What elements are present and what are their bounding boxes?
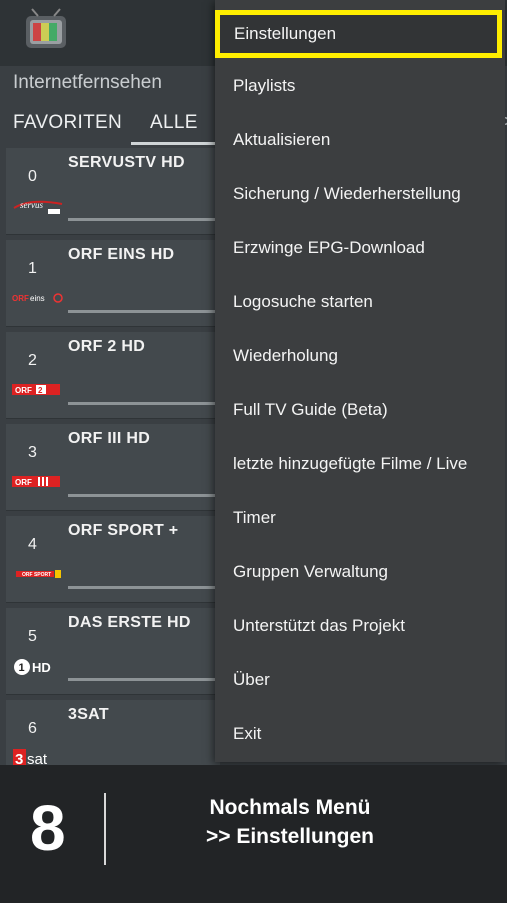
channel-row[interactable]: 2 ORF 2 ORF 2 HD <box>6 332 220 419</box>
channel-row[interactable]: 4 ORF SPORT ORF SPORT + <box>6 516 220 603</box>
caption-line-2: >> Einstellungen <box>205 825 375 848</box>
channel-name: ORF EINS HD <box>68 246 175 263</box>
progress-bar <box>68 310 220 313</box>
menu-item-einstellungen[interactable]: Einstellungen <box>215 10 502 58</box>
channel-row[interactable]: 1 ORF eins ORF EINS HD <box>6 240 220 327</box>
menu-item-logosuche[interactable]: Logosuche starten <box>215 275 505 329</box>
das-erste-logo-icon: 1 HD <box>14 659 51 675</box>
tab-alle[interactable]: ALLE <box>150 112 198 134</box>
progress-bar <box>68 494 220 497</box>
channel-row[interactable]: 5 1 HD DAS ERSTE HD <box>6 608 220 695</box>
svg-text:1: 1 <box>19 662 25 674</box>
menu-item-exit[interactable]: Exit <box>215 707 505 761</box>
channel-row[interactable]: 6 3 sat 3SAT <box>6 700 220 765</box>
svg-text:ORF: ORF <box>15 386 32 395</box>
tab-favoriten[interactable]: FAVORITEN <box>13 112 122 134</box>
menu-item-epg-download[interactable]: Erzwinge EPG-Download <box>215 221 505 275</box>
svg-text:3: 3 <box>15 751 23 765</box>
menu-item-aktualisieren[interactable]: Aktualisieren <box>215 113 505 167</box>
channel-number: 0 <box>28 168 37 185</box>
menu-item-ueber[interactable]: Über <box>215 653 505 707</box>
channel-name: ORF SPORT + <box>68 522 179 539</box>
menu-item-wiederholung[interactable]: Wiederholung <box>215 329 505 383</box>
svg-text:servus: servus <box>20 200 43 210</box>
progress-bar <box>68 586 220 589</box>
app-screen: Internetfernsehen FAVORITEN ALLE P 0 ser… <box>0 0 507 765</box>
channel-number: 5 <box>28 628 37 645</box>
channel-number: 6 <box>28 720 37 737</box>
orf-eins-logo-icon: ORF eins <box>12 293 63 303</box>
menu-item-unterstuetzen[interactable]: Unterstützt das Projekt <box>215 599 505 653</box>
caption-divider <box>104 793 106 865</box>
menu-item-playlists[interactable]: Playlists <box>215 59 505 113</box>
overflow-menu: Einstellungen Playlists Aktualisieren Si… <box>215 0 505 762</box>
progress-bar <box>68 678 220 681</box>
caption-line-1: Nochmals Menü <box>209 796 371 819</box>
servustv-logo-icon: servus <box>13 200 63 214</box>
step-caption: 8 Nochmals Menü >> Einstellungen <box>0 765 507 903</box>
channel-row[interactable]: 3 ORF ORF III HD <box>6 424 220 511</box>
channel-number: 4 <box>28 536 37 553</box>
menu-item-full-tv-guide[interactable]: Full TV Guide (Beta) <box>215 383 505 437</box>
svg-text:eins: eins <box>30 294 45 303</box>
orf2-logo-icon: ORF 2 <box>12 384 60 395</box>
svg-text:ORF: ORF <box>12 294 29 303</box>
channel-name: SERVUSTV HD <box>68 154 185 171</box>
channel-number: 3 <box>28 444 37 461</box>
channel-row[interactable]: 0 servus SERVUSTV HD <box>6 148 220 235</box>
channel-number: 1 <box>28 260 37 277</box>
svg-text:HD: HD <box>32 660 51 675</box>
tv-logo-icon[interactable] <box>24 8 68 50</box>
page-title: Internetfernsehen <box>13 72 162 93</box>
orf-sport-logo-icon: ORF SPORT <box>16 570 61 578</box>
channel-name: ORF 2 HD <box>68 338 146 355</box>
channel-number: 2 <box>28 352 37 369</box>
step-number: 8 <box>30 792 66 864</box>
progress-bar <box>68 218 220 221</box>
menu-item-letzte-filme[interactable]: letzte hinzugefügte Filme / Live <box>215 437 505 491</box>
progress-bar <box>68 402 220 405</box>
svg-text:2: 2 <box>38 386 43 395</box>
channel-name: 3SAT <box>68 706 109 723</box>
channel-name: ORF III HD <box>68 430 151 447</box>
tab-selected-indicator <box>131 142 216 145</box>
channel-name: DAS ERSTE HD <box>68 614 191 631</box>
svg-text:ORF SPORT: ORF SPORT <box>22 572 51 578</box>
orf3-logo-icon: ORF <box>12 476 60 487</box>
menu-item-sicherung[interactable]: Sicherung / Wiederherstellung <box>215 167 505 221</box>
3sat-logo-icon: 3 sat <box>13 749 48 765</box>
svg-text:ORF: ORF <box>15 478 32 487</box>
menu-item-timer[interactable]: Timer <box>215 491 505 545</box>
menu-item-gruppen[interactable]: Gruppen Verwaltung <box>215 545 505 599</box>
svg-text:sat: sat <box>27 751 48 765</box>
